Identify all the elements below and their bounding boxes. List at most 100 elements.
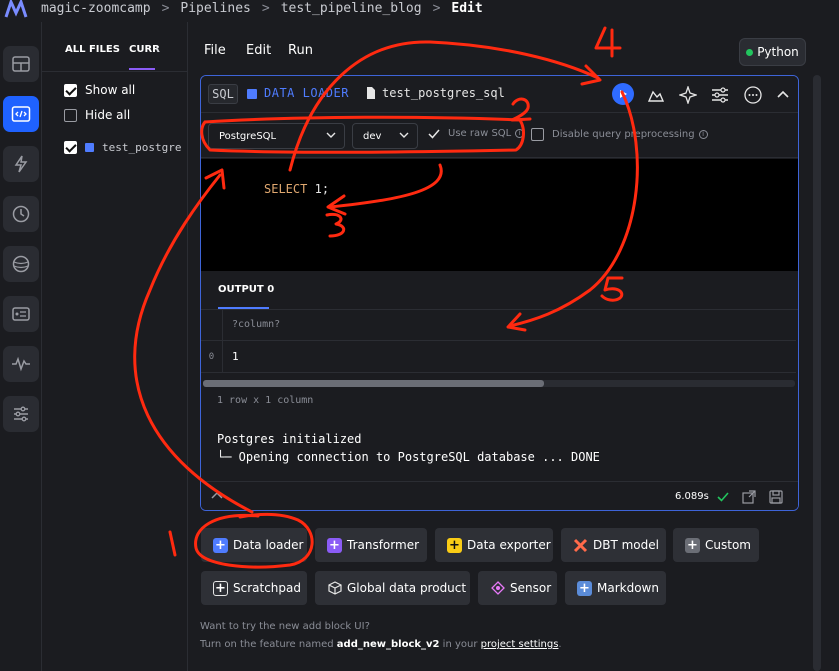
plus-icon: + <box>577 580 592 596</box>
block-settings-button[interactable] <box>709 84 731 106</box>
row-count: 1 row x 1 column <box>217 395 314 406</box>
file-panel-tabs: ALL FILES CURR ‹ <box>42 22 188 72</box>
add-transformer-label: Transformer <box>347 538 420 552</box>
table-cell: 1 <box>232 350 239 363</box>
rail-runs-button[interactable] <box>3 196 39 232</box>
tab-output-0[interactable]: OUTPUT 0 <box>218 284 274 295</box>
rail-triggers-button[interactable] <box>3 146 39 182</box>
info-icon: i <box>515 129 525 138</box>
charts-button[interactable] <box>645 84 667 106</box>
breadcrumb: magic-zoomcamp > Pipelines > test_pipeli… <box>41 1 483 16</box>
collapse-block-button[interactable] <box>772 84 794 106</box>
table-row: 0 1 <box>201 341 796 373</box>
ai-button[interactable] <box>677 84 699 106</box>
index-header <box>201 309 223 341</box>
breadcrumb-project[interactable]: magic-zoomcamp <box>41 1 151 16</box>
add-scratchpad-label: Scratchpad <box>233 581 301 595</box>
horizontal-scrollbar[interactable] <box>203 380 544 387</box>
project-settings-link[interactable]: project settings <box>481 639 559 650</box>
add-data-loader-button[interactable]: + Data loader <box>201 528 307 562</box>
check-icon <box>428 129 440 139</box>
connection-value: PostgreSQL <box>219 130 277 142</box>
rail-edit-button[interactable] <box>3 96 39 132</box>
menu-run[interactable]: Run <box>288 43 313 58</box>
dbt-icon <box>573 538 588 553</box>
profile-select[interactable]: dev <box>352 123 418 149</box>
row-index: 0 <box>201 341 223 373</box>
table-header-row: ?column? <box>201 309 796 341</box>
code-editor[interactable]: SELECT 1; <box>201 159 798 271</box>
hide-all-checkbox[interactable]: Hide all <box>64 108 130 122</box>
rail-settings-button[interactable] <box>3 396 39 432</box>
block-name[interactable]: test_postgres_sql <box>382 86 505 100</box>
log-line: Postgres initialized <box>217 432 362 446</box>
sensor-icon <box>490 581 505 596</box>
vertical-scrollbar[interactable] <box>813 75 821 671</box>
add-dbt-model-label: DBT model <box>593 538 659 552</box>
sparkle-icon <box>679 86 697 104</box>
connection-select[interactable]: PostgreSQL <box>208 123 345 149</box>
disable-preprocessing-checkbox[interactable]: Disable query preprocessing i <box>531 128 708 141</box>
feature-name: add_new_block_v2 <box>336 639 440 650</box>
add-data-exporter-button[interactable]: + Data exporter <box>435 528 553 562</box>
add-scratchpad-button[interactable]: + Scratchpad <box>201 571 307 605</box>
mage-logo[interactable] <box>4 0 30 18</box>
layout-icon <box>12 56 30 72</box>
rail-monitor-button[interactable] <box>3 346 39 382</box>
file-list-item[interactable]: test_postgre <box>64 141 181 154</box>
breadcrumb-pipelines[interactable]: Pipelines <box>180 1 250 16</box>
run-block-button[interactable] <box>612 83 634 105</box>
language-tag[interactable]: SQL <box>208 84 238 104</box>
checkbox-empty-icon <box>64 108 77 122</box>
add-dbt-model-button[interactable]: DBT model <box>561 528 666 562</box>
add-markdown-button[interactable]: + Markdown <box>565 571 666 605</box>
tip-text: Turn on the feature named add_new_block_… <box>200 639 562 650</box>
block-header: SQL DATA LOADER test_postgres_sql <box>201 76 798 112</box>
add-sensor-button[interactable]: Sensor <box>478 571 557 605</box>
breadcrumb-current: Edit <box>451 1 483 16</box>
execution-time: 6.089s <box>675 491 709 502</box>
column-header: ?column? <box>232 319 281 330</box>
rail-pipelines-button[interactable] <box>3 46 39 82</box>
breadcrumb-pipeline[interactable]: test_pipeline_blog <box>281 1 422 16</box>
rail-logs-button[interactable] <box>3 296 39 332</box>
menu-file[interactable]: File <box>204 43 226 58</box>
file-name: test_postgre <box>102 141 182 154</box>
chevron-up-icon <box>777 90 789 98</box>
use-raw-sql-label: Use raw SQL <box>448 128 512 139</box>
add-custom-label: Custom <box>705 538 751 552</box>
add-custom-button[interactable]: + Custom <box>673 528 759 562</box>
block-output: OUTPUT 0 ?column? 0 1 1 row x 1 column P… <box>201 271 798 510</box>
globe-icon <box>12 255 30 273</box>
tab-all-files[interactable]: ALL FILES <box>65 44 120 55</box>
chevron-up-icon[interactable] <box>211 490 223 502</box>
block-type-label: DATA LOADER <box>264 86 349 100</box>
tip-text: Want to try the new add block UI? <box>200 621 370 632</box>
add-transformer-button[interactable]: + Transformer <box>315 528 427 562</box>
add-global-data-product-label: Global data product <box>347 581 467 595</box>
use-raw-sql-toggle[interactable]: Use raw SQL i <box>428 128 525 139</box>
plus-icon: + <box>213 537 228 553</box>
menu-edit[interactable]: Edit <box>246 43 271 58</box>
check-icon <box>717 492 729 502</box>
top-bar: magic-zoomcamp > Pipelines > test_pipeli… <box>0 0 839 22</box>
plus-icon: + <box>213 580 228 596</box>
expand-output-icon[interactable] <box>742 490 756 504</box>
sliders-icon <box>712 87 728 103</box>
show-all-label: Show all <box>85 83 136 97</box>
save-output-icon[interactable] <box>769 490 783 504</box>
kernel-badge[interactable]: Python <box>739 38 806 66</box>
show-all-checkbox[interactable]: Show all <box>64 83 135 97</box>
rail-backfills-button[interactable] <box>3 246 39 282</box>
tip-prefix: Turn on the feature named <box>200 639 337 650</box>
cube-icon <box>327 581 342 596</box>
plus-icon: + <box>685 537 700 553</box>
more-options-button[interactable] <box>742 84 764 106</box>
editor-menu-bar: File Edit Run Python <box>188 22 839 72</box>
nav-rail <box>0 22 42 671</box>
add-global-data-product-button[interactable]: Global data product <box>315 571 470 605</box>
add-markdown-label: Markdown <box>597 581 659 595</box>
chevron-left-icon[interactable]: ‹ <box>155 42 167 57</box>
active-tab-indicator <box>129 68 155 70</box>
more-icon <box>744 86 762 104</box>
